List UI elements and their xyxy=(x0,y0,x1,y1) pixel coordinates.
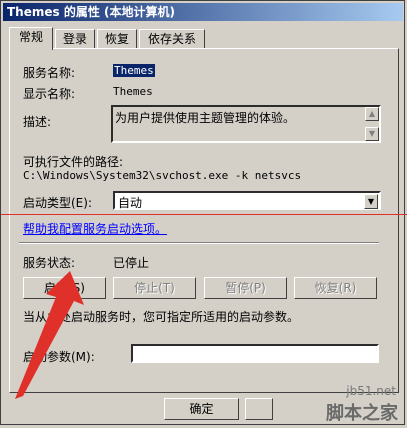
description-text: 为用户提供使用主题管理的体验。 xyxy=(115,111,296,125)
service-status-label: 服务状态: xyxy=(23,256,76,270)
description-box[interactable]: 为用户提供使用主题管理的体验。 ▲ ▼ xyxy=(111,105,381,143)
tab-logon-label: 登录 xyxy=(62,32,87,46)
service-name-value[interactable]: Themes xyxy=(113,64,155,77)
startup-type-label: 启动类型(E): xyxy=(23,196,92,210)
tab-logon[interactable]: 登录 xyxy=(55,29,95,49)
resume-button[interactable]: 恢复(R) xyxy=(294,277,377,299)
start-button[interactable]: 启动(S) xyxy=(23,277,106,299)
ok-button[interactable]: 确定 xyxy=(164,398,239,420)
tab-general-label: 常规 xyxy=(18,30,43,44)
service-name-label: 服务名称: xyxy=(23,66,76,80)
watermark-site: jb51.net xyxy=(346,384,396,398)
tab-dependencies-label: 依存关系 xyxy=(147,32,196,46)
stop-button[interactable]: 停止(T) xyxy=(113,277,196,299)
pause-button[interactable]: 暂停(P) xyxy=(204,277,287,299)
tab-dependencies[interactable]: 依存关系 xyxy=(139,29,205,49)
display-name-value: Themes xyxy=(113,85,153,98)
display-name-label: 显示名称: xyxy=(23,87,76,101)
exe-path-label: 可执行文件的路径: xyxy=(23,155,124,169)
startup-type-dropdown[interactable]: 自动 ▼ xyxy=(113,191,381,210)
window-title: Themes 的属性 (本地计算机) xyxy=(3,3,403,21)
tab-recovery[interactable]: 恢复 xyxy=(97,29,137,49)
cancel-button[interactable] xyxy=(245,398,273,420)
chevron-down-icon[interactable]: ▼ xyxy=(364,194,378,209)
start-params-hint: 当从此处启动服务时，您可指定所适用的启动参数。 xyxy=(23,310,300,324)
scroll-down-icon[interactable]: ▼ xyxy=(365,127,379,141)
start-params-label: 启动参数(M): xyxy=(23,350,95,364)
description-label: 描述: xyxy=(23,115,52,129)
help-configure-link[interactable]: 帮助我配置服务启动选项。 xyxy=(23,220,167,237)
start-params-input[interactable] xyxy=(131,344,379,363)
service-properties-window: Themes 的属性 (本地计算机) 常规 登录 恢复 依存关系 服务名称: T… xyxy=(0,0,407,425)
annotation-red-line xyxy=(1,214,407,215)
tab-general[interactable]: 常规 xyxy=(9,27,53,50)
service-status-value: 已停止 xyxy=(113,256,150,270)
startup-type-value: 自动 xyxy=(118,196,143,210)
exe-path-value: C:\Windows\System32\svchost.exe -k netsv… xyxy=(23,169,302,182)
divider xyxy=(19,242,379,244)
scroll-up-icon[interactable]: ▲ xyxy=(365,107,379,121)
watermark-brand: 脚本之家 xyxy=(326,403,398,424)
tab-recovery-label: 恢复 xyxy=(104,32,129,46)
